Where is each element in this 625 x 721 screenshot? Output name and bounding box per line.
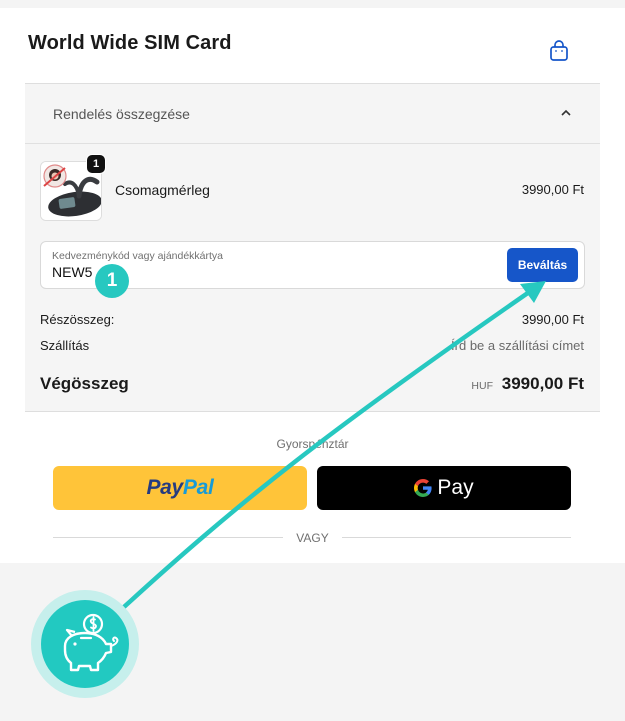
- checkout-page: World Wide SIM Card Rendelés összegzése: [0, 0, 625, 721]
- google-pay-button[interactable]: Pay: [317, 466, 571, 510]
- piggy-bank-icon: [63, 613, 119, 672]
- product-price: 3990,00 Ft: [521, 182, 584, 197]
- paypal-logo: PayPal: [146, 476, 213, 500]
- google-pay-label: Pay: [437, 476, 474, 499]
- product-name: Csomagmérleg: [115, 182, 210, 198]
- total-value: 3990,00 Ft: [501, 374, 584, 393]
- divider-left: [53, 537, 283, 538]
- express-checkout-label: Gyorspénztár: [276, 437, 349, 451]
- order-summary-toggle[interactable]: Rendelés összegzése: [25, 84, 600, 144]
- paypal-logo-pay: Pay: [146, 476, 183, 499]
- store-title[interactable]: World Wide SIM Card: [28, 32, 232, 55]
- shipping-value: Írd be a szállítási címet: [451, 338, 584, 353]
- shopping-bag-icon[interactable]: [549, 40, 569, 62]
- or-divider-label: VAGY: [296, 531, 329, 545]
- piggy-bank-badge: [41, 600, 129, 688]
- top-strip: [0, 0, 625, 8]
- total-label: Végösszeg: [40, 374, 129, 393]
- google-g-icon: [414, 479, 433, 497]
- divider-right: [342, 537, 571, 538]
- apply-discount-button[interactable]: Beváltás: [507, 248, 578, 282]
- quantity-badge: 1: [86, 154, 106, 174]
- order-summary-label: Rendelés összegzése: [53, 106, 190, 122]
- total-currency: HUF: [471, 380, 493, 392]
- shipping-label: Szállítás: [40, 338, 90, 353]
- discount-code-input[interactable]: NEW5: [52, 264, 92, 280]
- paypal-logo-pal: Pal: [182, 476, 214, 499]
- paypal-button[interactable]: PayPal: [53, 466, 307, 510]
- step-number-badge: 1: [95, 264, 129, 298]
- order-summary: Rendelés összegzése 1 Csomagmérleg 3990,…: [25, 84, 600, 412]
- subtotal-label: Részösszeg:: [40, 312, 115, 327]
- discount-code-label: Kedvezménykód vagy ajándékkártya: [52, 250, 224, 262]
- chevron-up-icon[interactable]: [560, 108, 572, 118]
- subtotal-value: 3990,00 Ft: [521, 312, 584, 327]
